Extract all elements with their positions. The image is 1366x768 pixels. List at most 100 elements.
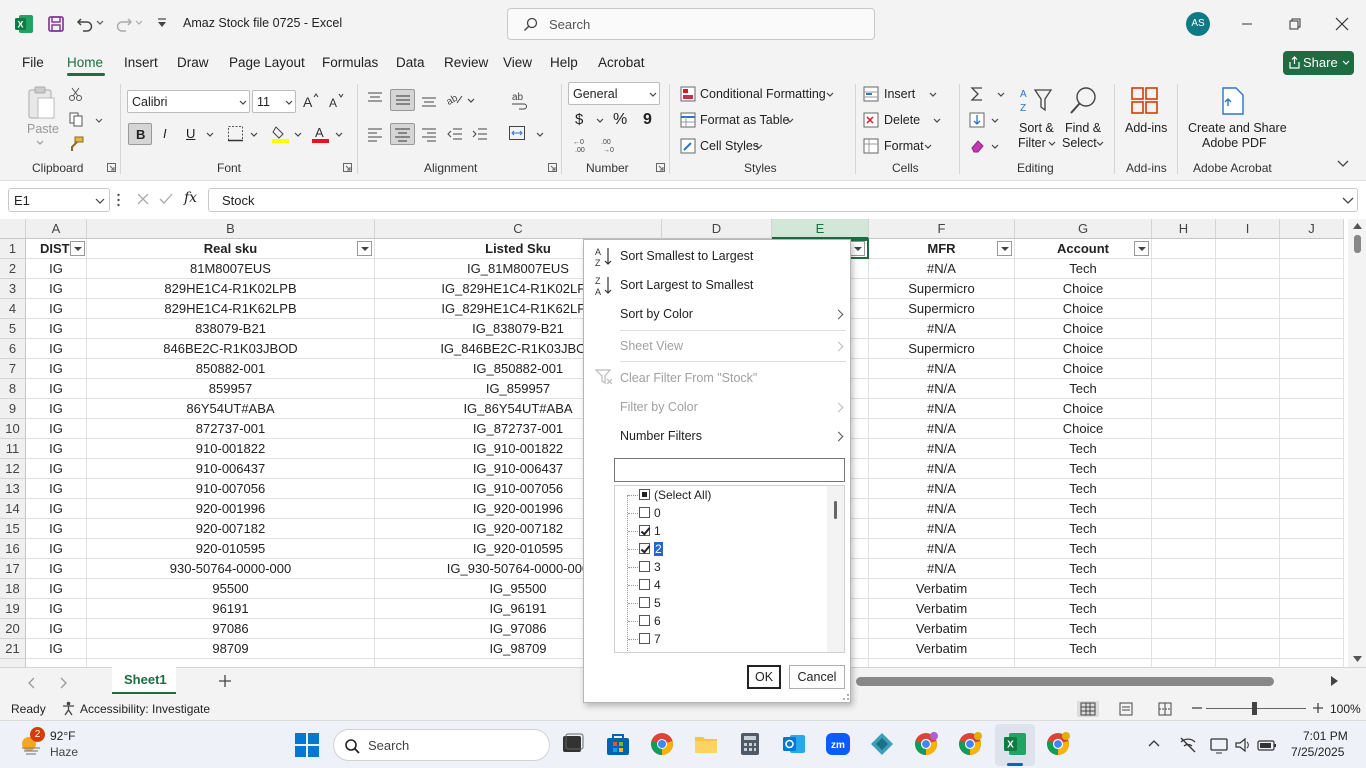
zoom-in-icon[interactable] xyxy=(1313,703,1323,713)
filter-dropdown-button[interactable] xyxy=(997,241,1012,256)
cell[interactable] xyxy=(1216,339,1280,359)
cell[interactable]: 95500 xyxy=(87,579,375,599)
zoom-out-icon[interactable] xyxy=(1192,707,1202,709)
filter-list-item[interactable]: 5 xyxy=(615,594,825,612)
insert-cells-button[interactable]: Insert xyxy=(884,87,915,101)
cell[interactable] xyxy=(1216,319,1280,339)
cell[interactable]: IG xyxy=(26,299,87,319)
cell[interactable] xyxy=(1216,659,1280,667)
accessibility-status[interactable]: Accessibility: Investigate xyxy=(80,702,210,716)
alignment-launcher-icon[interactable] xyxy=(548,163,557,172)
cell[interactable]: IG xyxy=(26,279,87,299)
cell[interactable]: #N/A xyxy=(869,499,1015,519)
formula-input[interactable]: Stock xyxy=(208,188,1358,212)
row-header[interactable]: 19 xyxy=(0,599,26,619)
align-middle-icon[interactable] xyxy=(390,89,415,111)
chrome-profile-icon[interactable] xyxy=(958,732,982,756)
cell[interactable] xyxy=(1152,499,1216,519)
find-select-label-2[interactable]: Select xyxy=(1062,136,1097,150)
scroll-down-icon[interactable] xyxy=(1353,656,1362,662)
insert-cells-icon[interactable] xyxy=(863,86,879,102)
cell[interactable] xyxy=(1152,399,1216,419)
cell[interactable] xyxy=(1280,499,1344,519)
cell[interactable] xyxy=(26,659,87,667)
font-color-icon[interactable]: A xyxy=(312,124,329,143)
cell[interactable]: #N/A xyxy=(869,259,1015,279)
filter-list-item[interactable]: 4 xyxy=(615,576,825,594)
file-explorer-icon[interactable] xyxy=(694,732,718,756)
cell[interactable]: Choice xyxy=(1015,279,1152,299)
redo-icon[interactable] xyxy=(115,15,133,33)
borders-dropdown-icon[interactable] xyxy=(250,132,258,138)
cell[interactable]: 930-50764-0000-000 xyxy=(87,559,375,579)
cell[interactable]: IG xyxy=(26,459,87,479)
tab-help[interactable]: Help xyxy=(550,55,578,70)
tab-insert[interactable]: Insert xyxy=(124,55,158,70)
filter-list-scroll-thumb[interactable] xyxy=(834,501,837,519)
copy-icon[interactable] xyxy=(68,111,84,127)
cell[interactable]: #N/A xyxy=(869,539,1015,559)
cell[interactable] xyxy=(1216,619,1280,639)
cancel-entry-icon[interactable] xyxy=(136,192,150,206)
cell[interactable]: 920-001996 xyxy=(87,499,375,519)
row-header[interactable]: 10 xyxy=(0,419,26,439)
row-header[interactable]: 1 xyxy=(0,239,26,259)
add-ins-icon[interactable] xyxy=(1130,86,1160,116)
row-header[interactable]: 5 xyxy=(0,319,26,339)
tab-review[interactable]: Review xyxy=(444,55,488,70)
tab-data[interactable]: Data xyxy=(396,55,425,70)
share-button[interactable]: Share xyxy=(1283,51,1354,75)
cell[interactable] xyxy=(1216,539,1280,559)
add-sheet-icon[interactable] xyxy=(218,674,232,688)
customize-toolbar-icon[interactable] xyxy=(157,17,167,29)
filter-list-item[interactable]: 3 xyxy=(615,558,825,576)
cell[interactable] xyxy=(1280,419,1344,439)
sort-ascending-item[interactable]: Sort Smallest to Largest xyxy=(620,249,753,263)
checkbox[interactable] xyxy=(639,525,650,536)
row-header[interactable]: 7 xyxy=(0,359,26,379)
sheet-view-item[interactable]: Sheet View xyxy=(620,339,683,353)
paste-dropdown-icon[interactable] xyxy=(36,140,44,146)
minimize-icon[interactable] xyxy=(1237,14,1257,34)
cell[interactable]: Choice xyxy=(1015,339,1152,359)
currency-dropdown-icon[interactable] xyxy=(596,118,604,124)
close-icon[interactable] xyxy=(1332,14,1352,34)
merge-dropdown-icon[interactable] xyxy=(536,132,544,138)
task-view-icon[interactable] xyxy=(561,732,585,756)
cell[interactable]: Verbatim xyxy=(869,599,1015,619)
cell[interactable]: 910-001822 xyxy=(87,439,375,459)
cell[interactable] xyxy=(1280,399,1344,419)
row-header[interactable]: 6 xyxy=(0,339,26,359)
create-pdf-label-2[interactable]: Adobe PDF xyxy=(1202,136,1267,150)
row-header[interactable]: 15 xyxy=(0,519,26,539)
number-format-select[interactable]: General xyxy=(568,82,660,105)
cell[interactable] xyxy=(1152,579,1216,599)
accessibility-icon[interactable] xyxy=(61,701,76,716)
column-header-j[interactable]: J xyxy=(1280,219,1344,239)
row-header[interactable]: 17 xyxy=(0,559,26,579)
orientation-icon[interactable]: ab xyxy=(446,91,464,107)
cell[interactable]: #N/A xyxy=(869,319,1015,339)
cut-icon[interactable] xyxy=(68,86,84,102)
cell[interactable] xyxy=(1280,239,1344,259)
align-top-icon[interactable] xyxy=(366,91,384,107)
sort-descending-item[interactable]: Sort Largest to Smallest xyxy=(620,278,753,292)
cell[interactable] xyxy=(1152,559,1216,579)
checkbox[interactable] xyxy=(639,489,650,500)
cell-styles-icon[interactable] xyxy=(680,138,696,154)
fill-color-icon[interactable] xyxy=(272,124,289,143)
cell[interactable]: Tech xyxy=(1015,639,1152,659)
clipboard-launcher-icon[interactable] xyxy=(107,163,116,172)
sort-filter-icon[interactable]: AZ xyxy=(1019,86,1053,116)
cell[interactable] xyxy=(1280,279,1344,299)
cell[interactable] xyxy=(1216,359,1280,379)
cell[interactable]: IG xyxy=(26,599,87,619)
currency-button[interactable]: $ xyxy=(575,111,583,128)
share-dropdown-icon[interactable] xyxy=(1342,60,1350,66)
show-hidden-icons-icon[interactable] xyxy=(1148,739,1160,747)
cell[interactable] xyxy=(1216,279,1280,299)
clock-time[interactable]: 7:01 PM xyxy=(1303,729,1348,743)
cell[interactable]: IG xyxy=(26,339,87,359)
cell[interactable] xyxy=(1280,619,1344,639)
next-sheet-icon[interactable] xyxy=(60,677,68,689)
